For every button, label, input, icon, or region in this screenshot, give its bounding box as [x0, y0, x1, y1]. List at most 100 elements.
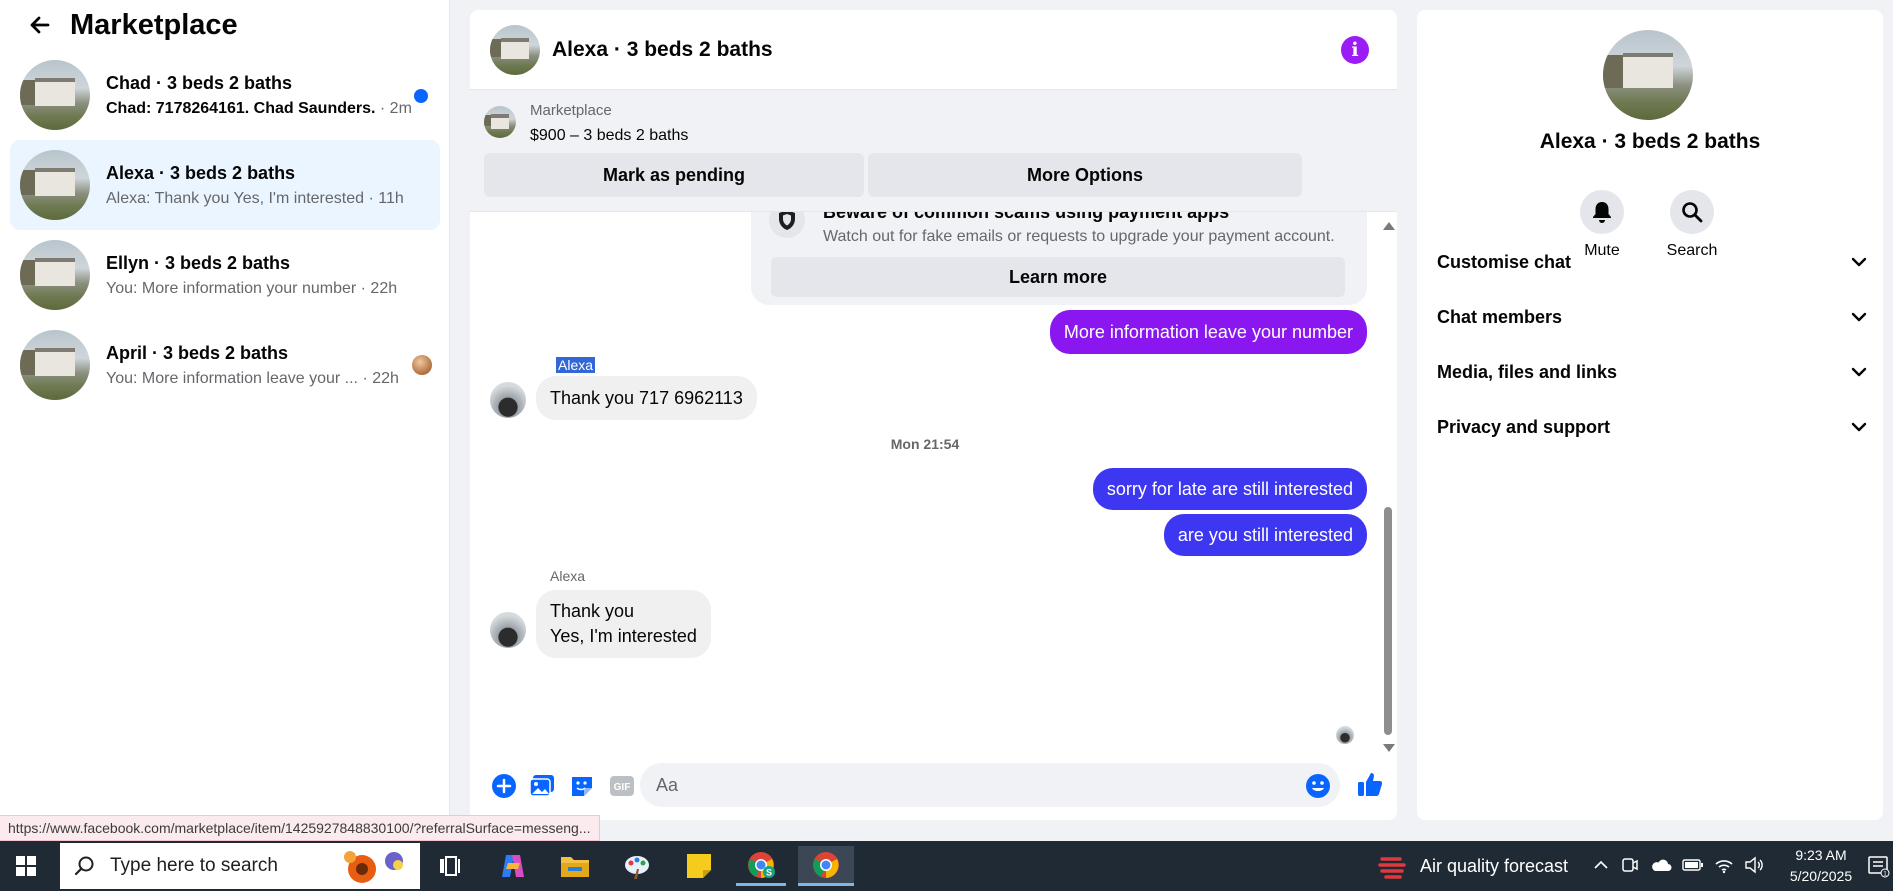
conversation-item-ellyn[interactable]: Ellyn · 3 beds 2 baths You: More informa…	[10, 230, 440, 320]
chat-members-row[interactable]: Chat members	[1437, 297, 1867, 337]
gif-icon[interactable]: GIF	[608, 772, 636, 800]
sender-name: Alexa	[550, 568, 586, 584]
conversation-title: Chad · 3 beds 2 baths	[106, 72, 293, 93]
wifi-icon[interactable]	[1714, 856, 1734, 874]
seen-avatar	[412, 355, 432, 375]
marketplace-listing-bar: Marketplace $900 – 3 beds 2 baths Mark a…	[470, 90, 1397, 212]
scam-warning-card: Beware of common scams using payment app…	[751, 212, 1367, 305]
conversation-title: April · 3 beds 2 baths	[106, 342, 289, 363]
profile-avatar[interactable]	[1603, 30, 1693, 120]
chrome-profile-s-icon[interactable]: S	[736, 846, 786, 886]
message-input[interactable]	[640, 763, 1340, 807]
clock-time: 9:23 AM	[1795, 847, 1847, 863]
row-label: Media, files and links	[1437, 361, 1618, 382]
sender-avatar[interactable]	[490, 612, 526, 648]
search-icon	[74, 856, 94, 876]
listing-thumbnail[interactable]	[484, 106, 516, 138]
scroll-up-arrow-icon[interactable]	[1383, 222, 1395, 230]
listing-thumbnail	[20, 240, 90, 310]
conversation-time: · 22h	[360, 279, 398, 297]
message-scrollbar[interactable]	[1382, 222, 1395, 752]
message-bubble-outgoing[interactable]: sorry for late are still interested	[1092, 468, 1367, 510]
system-tray	[1592, 855, 1764, 875]
scam-title: Beware of common scams using payment app…	[823, 212, 1230, 222]
file-explorer-icon[interactable]	[550, 846, 600, 886]
conversation-time: · 11h	[368, 189, 404, 207]
scam-subtitle: Watch out for fake emails or requests to…	[823, 228, 1335, 245]
chevron-up-icon[interactable]	[1592, 856, 1610, 874]
mark-as-pending-button[interactable]: Mark as pending	[484, 153, 864, 197]
windows-start-icon[interactable]	[10, 850, 42, 882]
chat-details-panel: Alexa · 3 beds 2 baths Mute Search Custo…	[1417, 10, 1883, 820]
scroll-thumb[interactable]	[1384, 507, 1392, 735]
conversation-item-alexa[interactable]: Alexa · 3 beds 2 baths Alexa: Thank you …	[10, 140, 440, 230]
conversation-preview: Alexa: Thank you Yes, I'm interested · 1…	[106, 189, 404, 207]
photo-icon[interactable]	[528, 772, 556, 800]
customise-chat-row[interactable]: Customise chat	[1437, 242, 1867, 282]
weather-text: Air quality forecast	[1420, 855, 1569, 876]
row-label: Privacy and support	[1437, 416, 1611, 437]
learn-more-button[interactable]: Learn more	[771, 257, 1345, 297]
svg-text:GIF: GIF	[614, 782, 631, 793]
sender-avatar[interactable]	[490, 382, 526, 418]
copilot-icon[interactable]	[488, 846, 538, 886]
link-status-url: https://www.facebook.com/marketplace/ite…	[0, 815, 600, 841]
like-thumb-icon[interactable]	[1354, 768, 1386, 800]
message-bubble-outgoing[interactable]: are you still interested	[1163, 514, 1367, 556]
info-icon[interactable]: i	[1341, 36, 1369, 64]
marketplace-label: Marketplace	[530, 102, 612, 119]
sticker-icon[interactable]	[568, 772, 596, 800]
conversation-item-april[interactable]: April · 3 beds 2 baths You: More informa…	[10, 320, 440, 410]
media-files-links-row[interactable]: Media, files and links	[1437, 352, 1867, 392]
more-options-button[interactable]: More Options	[868, 153, 1302, 197]
chat-title[interactable]: Alexa · 3 beds 2 baths	[552, 38, 773, 62]
conversation-time: · 2m	[379, 99, 412, 117]
chat-avatar[interactable]	[490, 24, 540, 75]
conversation-item-chad[interactable]: Chad · 3 beds 2 baths Chad: 7178264161. …	[10, 50, 440, 140]
svg-text:S: S	[766, 867, 772, 877]
plus-icon[interactable]	[490, 772, 518, 800]
listing-price[interactable]: $900 – 3 beds 2 baths	[530, 127, 688, 145]
conversation-preview: Chad: 7178264161. Chad Saunders. · 2m	[106, 99, 412, 117]
paint-icon[interactable]	[612, 846, 662, 886]
task-view-icon[interactable]	[424, 846, 474, 886]
weather-widget[interactable]: Air quality forecast	[1378, 851, 1568, 881]
conversation-time: · 22h	[362, 369, 399, 387]
speaker-icon[interactable]	[1744, 856, 1764, 874]
chat-panel: Alexa · 3 beds 2 baths i Marketplace $90…	[470, 10, 1397, 820]
unread-dot-icon	[414, 89, 428, 103]
onedrive-icon[interactable]	[1650, 857, 1672, 873]
notification-icon[interactable]: 1	[1866, 854, 1890, 878]
sender-name: Alexa	[556, 357, 596, 373]
listing-thumbnail	[20, 330, 90, 400]
sidebar-title: Marketplace	[70, 8, 238, 41]
conversation-sidebar: Marketplace Chad · 3 beds 2 baths Chad: …	[0, 0, 450, 841]
meet-now-icon[interactable]	[1620, 855, 1640, 875]
conversation-preview: You: More information leave your ... · 2…	[106, 369, 399, 387]
chrome-icon[interactable]	[798, 846, 854, 886]
back-arrow-icon[interactable]	[24, 10, 54, 40]
privacy-support-row[interactable]: Privacy and support	[1437, 407, 1867, 447]
read-receipt-avatar	[1336, 726, 1354, 744]
scroll-down-arrow-icon[interactable]	[1383, 744, 1395, 752]
sticky-notes-icon[interactable]	[674, 846, 724, 886]
air-quality-icon	[1378, 857, 1406, 879]
message-bubble-outgoing[interactable]: More information leave your number	[1049, 310, 1367, 354]
message-bubble-incoming[interactable]: Thank you Yes, I'm interested	[536, 590, 711, 658]
message-composer: GIF	[470, 752, 1397, 820]
emoji-icon[interactable]	[1304, 772, 1332, 800]
chat-header: Alexa · 3 beds 2 baths i	[470, 10, 1397, 90]
chevron-down-icon	[1851, 422, 1867, 432]
taskbar-clock[interactable]: 9:23 AM 5/20/2025	[1776, 845, 1866, 887]
details-title: Alexa · 3 beds 2 baths	[1539, 130, 1761, 153]
message-bubble-incoming[interactable]: Thank you 717 6962113	[536, 376, 757, 420]
battery-icon[interactable]	[1682, 858, 1704, 872]
bell-icon[interactable]	[1580, 190, 1624, 234]
taskbar-search-box[interactable]: Type here to search	[60, 843, 420, 889]
conversation-title: Ellyn · 3 beds 2 baths	[106, 252, 291, 273]
listing-thumbnail	[20, 150, 90, 220]
row-label: Customise chat	[1437, 251, 1572, 272]
taskbar-search-placeholder: Type here to search	[110, 855, 278, 876]
search-icon[interactable]	[1670, 190, 1714, 234]
conversation-preview: You: More information your number · 22h	[106, 279, 398, 297]
